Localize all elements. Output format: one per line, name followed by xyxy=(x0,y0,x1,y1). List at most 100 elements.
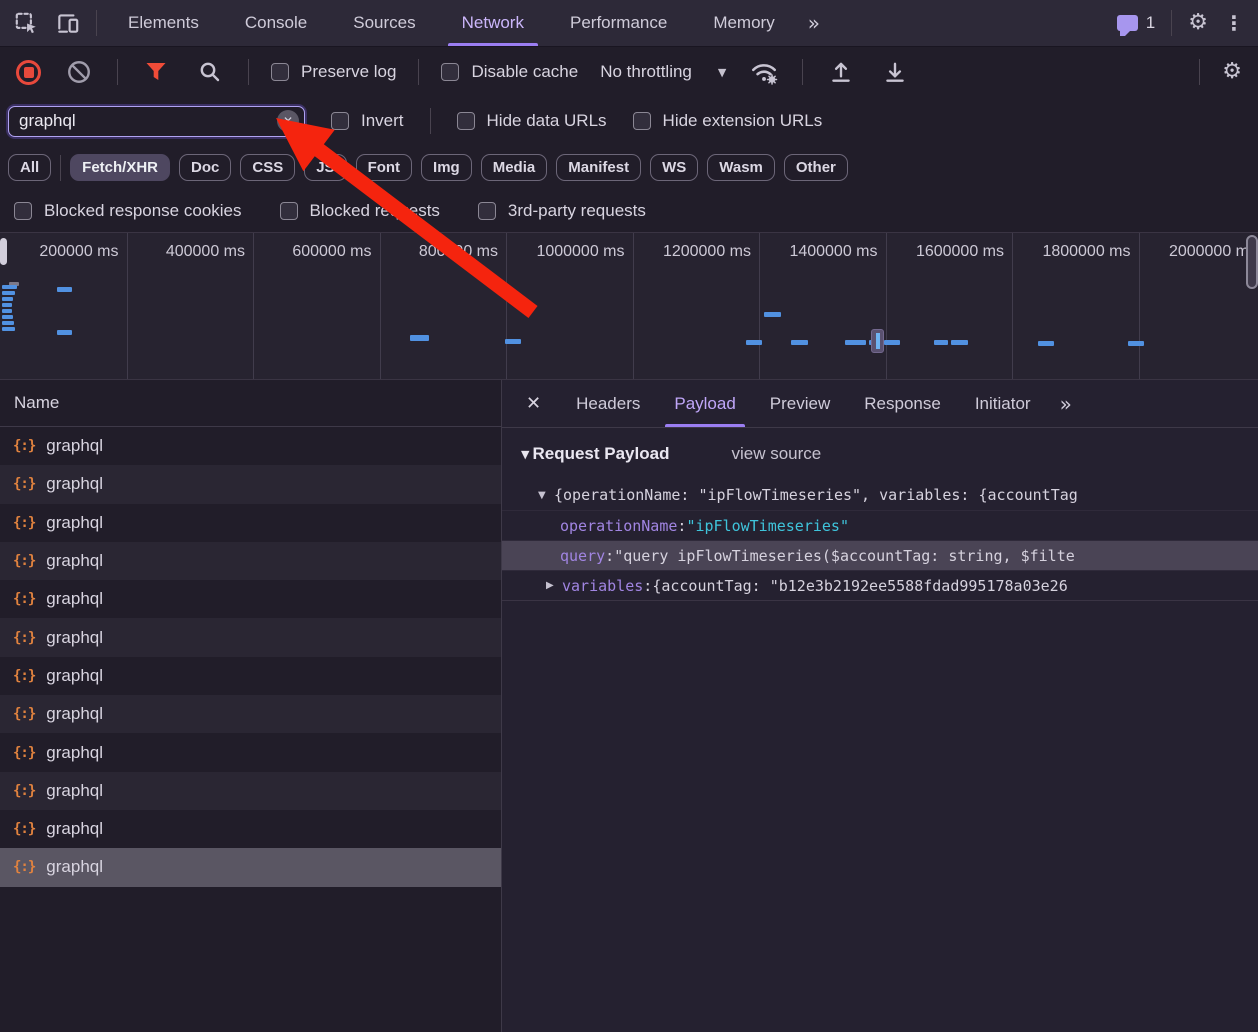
inspect-element-icon[interactable] xyxy=(10,7,42,39)
chip-wasm[interactable]: Wasm xyxy=(707,154,775,181)
tab-response[interactable]: Response xyxy=(847,380,958,427)
overview-tick-label: 1000000 ms xyxy=(536,243,625,260)
filter-funnel-icon[interactable] xyxy=(140,56,172,88)
json-braces-icon: {:} xyxy=(13,706,36,723)
export-har-icon[interactable] xyxy=(879,56,911,88)
chip-font[interactable]: Font xyxy=(355,154,413,181)
tab-sources[interactable]: Sources xyxy=(339,0,429,46)
record-network-log-button[interactable] xyxy=(16,59,41,85)
blocked-response-cookies-checkbox[interactable]: Blocked response cookies xyxy=(14,201,242,221)
overview-gridline xyxy=(759,233,760,379)
import-har-icon[interactable] xyxy=(825,56,857,88)
overview-request-bar xyxy=(2,285,17,289)
collapsed-caret-icon[interactable]: ▶ xyxy=(546,580,562,591)
payload-tree-row[interactable]: ▶ variables: {accountTag: "b12e3b2192ee55… xyxy=(502,570,1258,600)
table-row[interactable]: {:} graphql xyxy=(0,771,501,810)
tab-payload[interactable]: Payload xyxy=(657,380,752,427)
tab-headers[interactable]: Headers xyxy=(559,380,657,427)
filter-input[interactable] xyxy=(19,111,277,131)
request-name: graphql xyxy=(46,742,104,762)
throttling-dropdown[interactable]: No throttling ▼ xyxy=(600,62,726,82)
more-detail-tabs-icon[interactable]: » xyxy=(1048,380,1084,427)
network-settings-gear-icon[interactable]: ⚙ xyxy=(1222,61,1242,83)
overview-left-handle[interactable] xyxy=(0,238,7,265)
expanded-caret-icon[interactable]: ▼ xyxy=(538,490,554,501)
collapse-section-icon[interactable]: ▼ xyxy=(521,448,529,461)
tab-memory[interactable]: Memory xyxy=(699,0,788,46)
chip-img[interactable]: Img xyxy=(421,154,472,181)
payload-tree-row[interactable]: operationName: "ipFlowTimeseries" xyxy=(502,510,1258,540)
table-row[interactable]: {:} graphql xyxy=(0,810,501,848)
chip-manifest[interactable]: Manifest xyxy=(556,154,642,181)
overview-request-bar xyxy=(845,340,866,345)
tab-console[interactable]: Console xyxy=(231,0,321,46)
more-tabs-icon[interactable]: » xyxy=(798,0,831,46)
payload-value: "ipFlowTimeseries" xyxy=(686,516,849,535)
table-row[interactable]: {:} graphql xyxy=(0,504,501,542)
tab-network[interactable]: Network xyxy=(447,0,539,46)
payload-tree-row[interactable]: ▼ {operationName: "ipFlowTimeseries", var… xyxy=(502,480,1258,510)
invert-checkbox[interactable]: Invert xyxy=(331,111,404,131)
view-source-link[interactable]: view source xyxy=(731,444,821,464)
checkbox[interactable] xyxy=(456,112,475,130)
table-row[interactable]: {:} graphql xyxy=(0,657,501,695)
filter-input-wrapper: ✕ xyxy=(8,105,305,137)
payload-tree-row[interactable]: query: "query ipFlowTimeseries($accountT… xyxy=(502,540,1258,570)
close-details-icon[interactable]: ✕ xyxy=(508,380,559,427)
network-overview-timeline[interactable]: 200000 ms 400000 ms 600000 ms 800000 ms 1000… xyxy=(0,232,1258,380)
checkbox[interactable] xyxy=(279,202,298,220)
checkbox[interactable] xyxy=(271,63,289,81)
chip-other[interactable]: Other xyxy=(783,154,848,181)
chip-css[interactable]: CSS xyxy=(240,154,296,181)
checkbox[interactable] xyxy=(632,112,651,130)
table-row[interactable]: {:} graphql xyxy=(0,618,501,657)
table-row[interactable]: {:} graphql xyxy=(0,733,501,771)
chip-fetch-xhr[interactable]: Fetch/XHR xyxy=(70,154,171,181)
table-row[interactable]: {:} graphql xyxy=(0,848,501,887)
settings-gear-icon[interactable]: ⚙ xyxy=(1188,12,1208,34)
checkbox[interactable] xyxy=(14,202,32,220)
tab-preview[interactable]: Preview xyxy=(753,380,847,427)
issues-badge[interactable]: 1 xyxy=(1116,13,1155,36)
table-row[interactable]: {:} graphql xyxy=(0,580,501,618)
json-braces-icon: {:} xyxy=(13,821,36,838)
chip-js[interactable]: JS xyxy=(304,154,347,181)
checkbox[interactable] xyxy=(331,112,349,130)
chip-media[interactable]: Media xyxy=(480,154,548,181)
checkbox-label: Blocked requests xyxy=(309,201,440,220)
chip-all[interactable]: All xyxy=(8,154,52,181)
preserve-log-checkbox[interactable]: Preserve log xyxy=(271,62,396,82)
overview-gridline xyxy=(885,233,887,379)
checkbox[interactable] xyxy=(477,202,496,220)
kebab-menu-icon[interactable]: ⋮ xyxy=(1224,13,1244,33)
clear-filter-icon[interactable]: ✕ xyxy=(277,110,299,132)
table-row[interactable]: {:} graphql xyxy=(0,465,501,504)
overview-gridline xyxy=(632,233,634,379)
clear-network-log-icon[interactable] xyxy=(63,56,95,88)
divider xyxy=(248,59,249,85)
table-row[interactable]: {:} graphql xyxy=(0,695,501,734)
device-toolbar-icon[interactable] xyxy=(52,7,84,39)
network-conditions-icon[interactable] xyxy=(748,56,780,88)
tab-performance[interactable]: Performance xyxy=(556,0,681,46)
network-toolbar: Preserve log Disable cache No throttling… xyxy=(0,47,1258,97)
chip-ws[interactable]: WS xyxy=(650,154,699,181)
tab-elements[interactable]: Elements xyxy=(114,0,213,46)
request-name: graphql xyxy=(46,512,104,532)
blocked-requests-checkbox[interactable]: Blocked requests xyxy=(279,201,440,221)
chip-doc[interactable]: Doc xyxy=(179,154,232,181)
request-list: {:} graphql {:} graphql {:} graphql {:} graphql… xyxy=(0,427,501,887)
tab-initiator[interactable]: Initiator xyxy=(958,380,1048,427)
3rd-party-requests-checkbox[interactable]: 3rd-party requests xyxy=(477,201,646,221)
divider xyxy=(502,600,1258,601)
hide-data-urls-checkbox[interactable]: Hide data URLs xyxy=(456,111,607,131)
name-column-header[interactable]: Name xyxy=(0,380,501,427)
disable-cache-checkbox[interactable]: Disable cache xyxy=(441,62,578,82)
search-icon[interactable] xyxy=(194,56,226,88)
overview-right-handle[interactable] xyxy=(1246,235,1258,289)
hide-extension-urls-checkbox[interactable]: Hide extension URLs xyxy=(632,111,822,131)
checkbox[interactable] xyxy=(441,63,460,81)
table-row[interactable]: {:} graphql xyxy=(0,541,501,581)
table-row[interactable]: {:} graphql xyxy=(0,427,501,465)
overview-tick-label: 800000 ms xyxy=(418,243,498,260)
